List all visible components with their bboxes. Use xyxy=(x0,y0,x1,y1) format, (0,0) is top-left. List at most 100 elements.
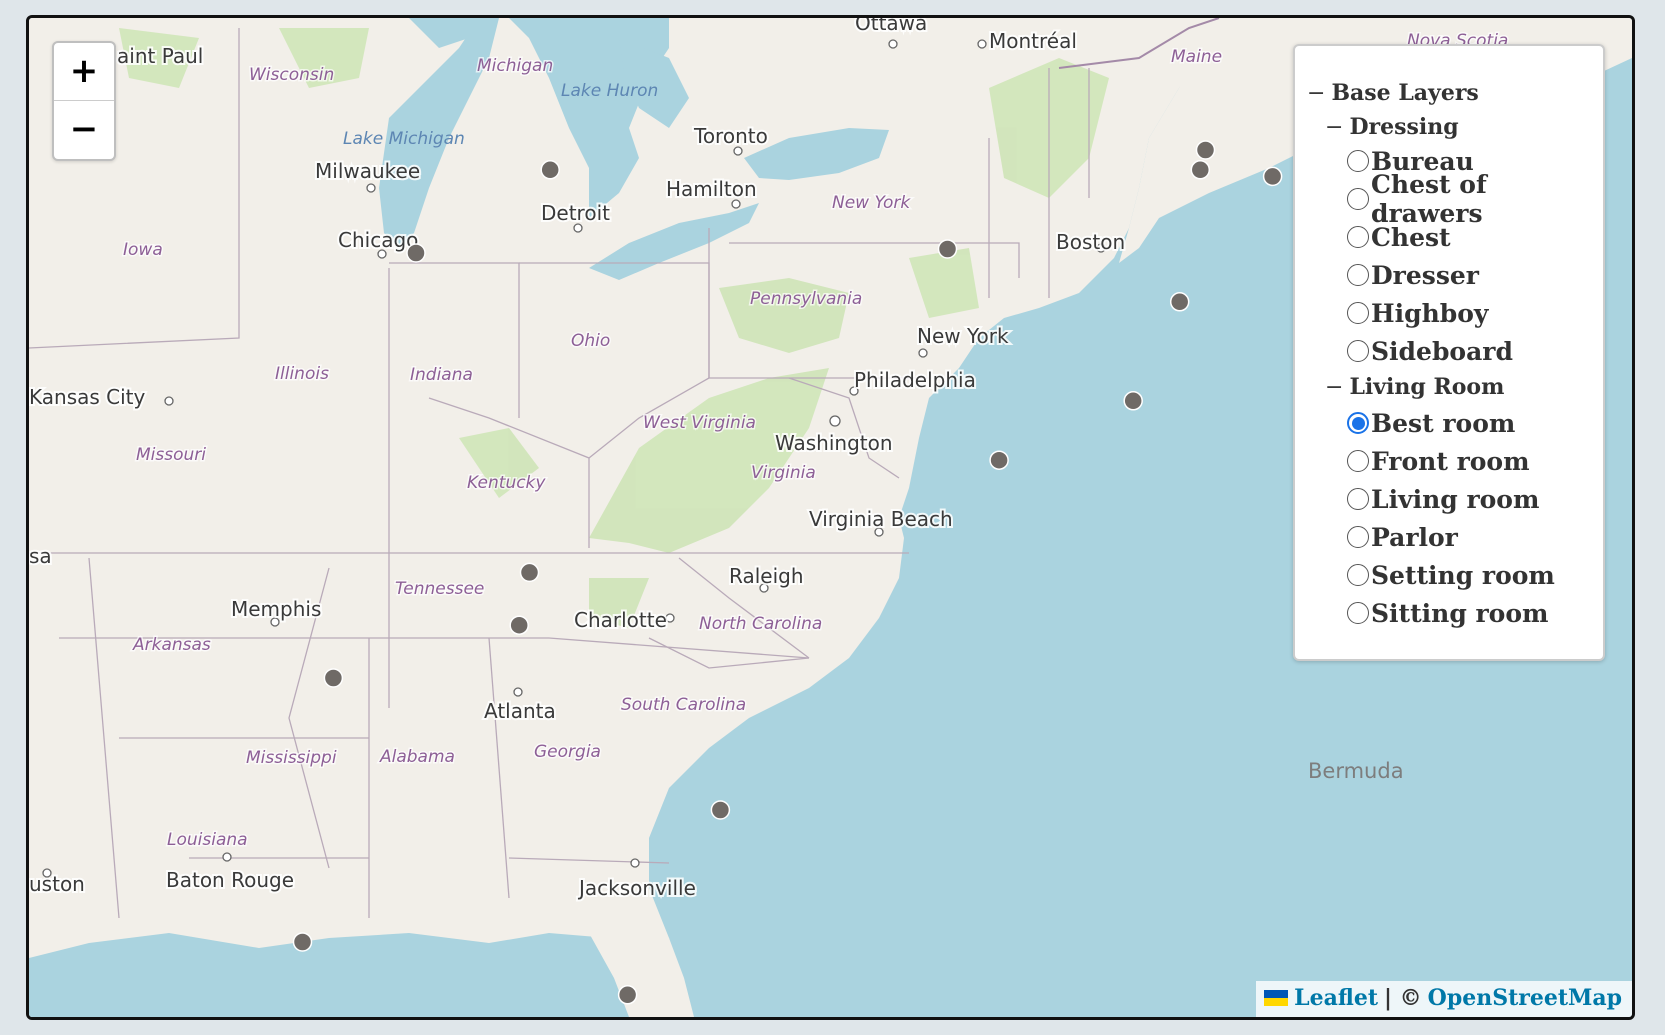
city-label-charlotte: Charlotte xyxy=(574,608,667,632)
city-label-boston: Boston xyxy=(1056,230,1125,254)
city-label-philadelphia: Philadelphia xyxy=(854,368,976,392)
radio-button[interactable] xyxy=(1347,264,1369,286)
city-label-toronto: Toronto xyxy=(693,124,768,148)
radio-button[interactable] xyxy=(1347,450,1369,472)
radio-button[interactable] xyxy=(1347,188,1369,210)
openstreetmap-link[interactable]: OpenStreetMap xyxy=(1428,985,1622,1011)
state-label-wisconsin: Wisconsin xyxy=(249,65,334,85)
city-label-memphis: Memphis xyxy=(231,597,321,621)
state-label-illinois: Illinois xyxy=(275,364,329,384)
layer-option-dresser[interactable]: Dresser xyxy=(1347,258,1479,292)
layer-option-highboy[interactable]: Highboy xyxy=(1347,296,1488,330)
state-label-maine: Maine xyxy=(1171,47,1222,67)
location-marker[interactable] xyxy=(937,239,958,259)
state-label-ohio: Ohio xyxy=(571,331,610,351)
city-label-virginia-beach: Virginia Beach xyxy=(809,507,953,531)
base-layers-header[interactable]: − Base Layers xyxy=(1307,80,1479,106)
layer-option-label: Parlor xyxy=(1371,522,1458,552)
layer-option-front-room[interactable]: Front room xyxy=(1347,444,1530,478)
location-marker[interactable] xyxy=(710,800,731,820)
radio-button-selected[interactable] xyxy=(1347,412,1369,434)
layer-option-label: Sitting room xyxy=(1371,598,1549,628)
city-label-ottawa: Ottawa xyxy=(855,18,927,35)
layer-option-best-room[interactable]: Best room xyxy=(1347,406,1515,440)
gulf-water xyxy=(29,933,649,1017)
zoom-out-button[interactable]: − xyxy=(54,101,114,158)
layer-option-label: Best room xyxy=(1371,408,1516,438)
layer-option-living-room[interactable]: Living room xyxy=(1347,482,1539,516)
layer-option-setting-room[interactable]: Setting room xyxy=(1347,558,1555,592)
collapse-toggle-icon[interactable]: − xyxy=(1307,81,1325,106)
location-marker[interactable] xyxy=(323,668,344,688)
location-marker[interactable] xyxy=(519,562,540,583)
radio-button[interactable] xyxy=(1347,150,1369,172)
city-label-detroit: Detroit xyxy=(541,201,610,225)
layer-option-sideboard[interactable]: Sideboard xyxy=(1347,334,1513,368)
city-label-washington: Washington xyxy=(775,431,893,455)
city-label-baton-rouge: Baton Rouge xyxy=(166,868,294,892)
location-marker[interactable] xyxy=(617,985,638,1005)
radio-button[interactable] xyxy=(1347,602,1369,624)
group-label-dressing: Dressing xyxy=(1349,114,1459,140)
radio-button[interactable] xyxy=(1347,526,1369,548)
layer-option-label: Living room xyxy=(1371,484,1540,514)
radio-button[interactable] xyxy=(1347,340,1369,362)
state-label-iowa: Iowa xyxy=(123,240,163,260)
radio-button[interactable] xyxy=(1347,488,1369,510)
layer-option-parlor[interactable]: Parlor xyxy=(1347,520,1458,554)
layer-option-label: Highboy xyxy=(1371,298,1489,328)
layer-tree-control: − Base Layers − Dressing Bureau Chest of d… xyxy=(1293,44,1605,661)
layer-option-sitting-room[interactable]: Sitting room xyxy=(1347,596,1548,630)
water-label-lake-huron: Lake Huron xyxy=(561,81,658,101)
state-label-kentucky: Kentucky xyxy=(467,473,546,493)
collapse-toggle-icon[interactable]: − xyxy=(1325,375,1343,400)
group-label-living-room: Living Room xyxy=(1349,374,1505,400)
layer-option-chest[interactable]: Chest xyxy=(1347,220,1451,254)
location-marker[interactable] xyxy=(1195,140,1216,160)
layer-option-label: Sideboard xyxy=(1371,336,1513,366)
state-label-missouri: Missouri xyxy=(136,445,206,465)
location-marker[interactable] xyxy=(509,615,529,635)
location-marker[interactable] xyxy=(292,932,313,952)
water-label-lake-michigan: Lake Michigan xyxy=(343,129,465,149)
location-marker[interactable] xyxy=(989,450,1009,470)
layer-option-chest-of-drawers[interactable]: Chest of drawers xyxy=(1347,170,1603,228)
state-label-north-carolina: North Carolina xyxy=(699,614,822,634)
map-container[interactable]: aint Paul Milwaukee Chicago Detroit Toro… xyxy=(26,15,1635,1020)
state-label-michigan: Michigan xyxy=(477,56,553,76)
layer-option-label: Front room xyxy=(1371,446,1530,476)
radio-button[interactable] xyxy=(1347,226,1369,248)
collapse-toggle-icon[interactable]: − xyxy=(1325,115,1343,140)
location-marker[interactable] xyxy=(1190,160,1211,180)
state-label-louisiana: Louisiana xyxy=(167,830,248,850)
state-label-pennsylvania: Pennsylvania xyxy=(750,289,862,309)
city-label-houston: uston xyxy=(29,872,85,896)
location-marker[interactable] xyxy=(1169,292,1190,312)
zoom-control: + − xyxy=(52,41,116,161)
radio-button[interactable] xyxy=(1347,302,1369,324)
state-label-south-carolina: South Carolina xyxy=(621,695,746,715)
base-layers-label: Base Layers xyxy=(1331,80,1479,106)
state-label-new-york: New York xyxy=(832,193,911,213)
city-label-raleigh: Raleigh xyxy=(729,564,804,588)
city-label-chicago: Chicago xyxy=(338,228,418,252)
group-header-dressing[interactable]: − Dressing xyxy=(1325,114,1459,140)
radio-button[interactable] xyxy=(1347,564,1369,586)
city-label-kansas-city: Kansas City xyxy=(29,385,146,409)
state-label-indiana: Indiana xyxy=(410,365,473,385)
location-marker[interactable] xyxy=(406,243,426,263)
group-header-living-room[interactable]: − Living Room xyxy=(1325,374,1504,400)
bermuda-label: Bermuda xyxy=(1308,759,1404,783)
layer-option-label: Chest xyxy=(1371,222,1451,252)
state-label-alabama: Alabama xyxy=(379,747,455,767)
leaflet-link[interactable]: Leaflet xyxy=(1294,985,1378,1011)
location-marker[interactable] xyxy=(540,160,560,180)
city-label-tulsa: sa xyxy=(29,544,52,568)
state-label-virginia: Virginia xyxy=(751,463,816,483)
city-label-milwaukee: Milwaukee xyxy=(315,159,420,183)
layer-option-label: Dresser xyxy=(1371,260,1479,290)
city-label-new-york: New York xyxy=(917,324,1009,348)
zoom-in-button[interactable]: + xyxy=(54,43,114,101)
location-marker[interactable] xyxy=(1123,391,1143,411)
location-marker[interactable] xyxy=(1262,166,1283,187)
